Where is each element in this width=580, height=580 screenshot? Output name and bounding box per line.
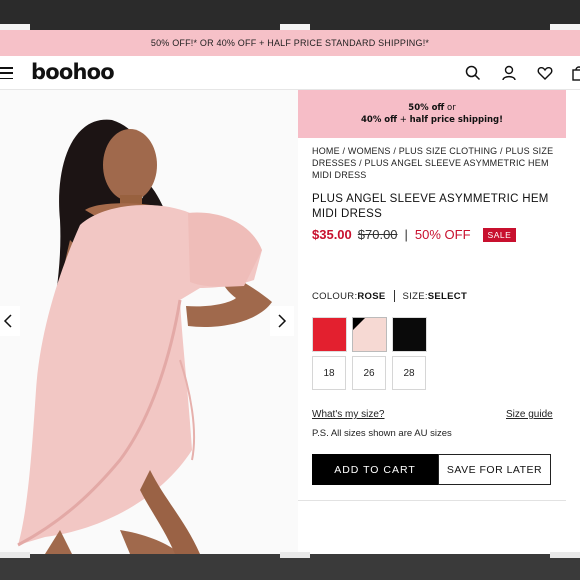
bag-icon[interactable] — [571, 65, 580, 81]
breadcrumb: HOME / WOMENS / PLUS SIZE CLOTHING / PLU… — [312, 145, 568, 181]
product-model-image — [0, 90, 298, 554]
gallery-prev-button[interactable] — [0, 306, 20, 336]
breadcrumb-separator: / — [390, 146, 399, 156]
offer-banner[interactable]: 50% off or 40% off + half price shipping… — [298, 90, 566, 138]
whats-my-size-link[interactable]: What's my size? — [312, 409, 384, 420]
swatch-black[interactable] — [392, 317, 427, 352]
sale-price: $35.00 — [312, 227, 352, 242]
product-details-panel: 50% off or 40% off + half price shipping… — [298, 90, 580, 554]
chevron-left-icon — [3, 314, 12, 328]
selected-corner-icon — [353, 318, 365, 330]
account-icon[interactable] — [501, 65, 517, 81]
offer-line-2-bold-b: half price shipping! — [409, 115, 503, 125]
frame-tab-bottom-left — [0, 552, 30, 558]
offer-line-1: 50% off or — [408, 102, 455, 114]
colour-label: COLOUR: — [312, 290, 358, 302]
offer-line-2-plus: + — [397, 115, 410, 125]
promo-bar[interactable]: 50% OFF!* OR 40% OFF + HALF PRICE STANDA… — [0, 30, 580, 56]
colour-value: ROSE — [357, 290, 386, 302]
size-option-18[interactable]: 18 — [312, 356, 346, 390]
offer-line-2: 40% off + half price shipping! — [361, 114, 503, 126]
size-label: SIZE: — [402, 290, 428, 302]
breadcrumb-separator: / — [356, 158, 365, 168]
product-title: PLUS ANGEL SLEEVE ASYMMETRIC HEM MIDI DR… — [312, 193, 549, 220]
breadcrumb-separator: / — [339, 146, 348, 156]
price-separator: | — [404, 227, 408, 242]
product-image-gallery[interactable] — [0, 90, 298, 554]
offer-line-1-bold: 50% off — [408, 103, 445, 113]
size-value: SELECT — [427, 290, 468, 302]
frame-tab-bottom-right — [550, 552, 580, 558]
promo-text: 50% OFF!* OR 40% OFF + HALF PRICE STANDA… — [150, 38, 430, 48]
breadcrumb-plus-size-clothing[interactable]: PLUS SIZE CLOTHING — [399, 146, 498, 156]
add-to-cart-button[interactable]: ADD TO CART — [312, 454, 438, 485]
sale-badge: SALE — [482, 227, 517, 242]
attribute-row: COLOUR: ROSE SIZE: SELECT — [312, 290, 467, 302]
au-sizes-note: P.S. All sizes shown are AU sizes — [312, 428, 452, 439]
breadcrumb-home[interactable]: HOME — [312, 146, 340, 156]
save-for-later-button[interactable]: SAVE FOR LATER — [438, 454, 551, 485]
offer-line-2-bold-a: 40% off — [361, 115, 398, 125]
section-divider — [298, 500, 566, 501]
swatch-rose[interactable] — [352, 317, 387, 352]
chevron-right-icon — [278, 314, 287, 328]
size-option-26[interactable]: 26 — [352, 356, 386, 390]
product-page: 50% OFF!* OR 40% OFF + HALF PRICE STANDA… — [0, 30, 580, 554]
swatch-red[interactable] — [312, 317, 347, 352]
original-price: $70.00 — [357, 227, 398, 242]
gallery-next-button[interactable] — [270, 306, 294, 336]
breadcrumb-womens[interactable]: WOMENS — [348, 146, 391, 156]
frame-tab-bottom-center — [280, 552, 310, 558]
wishlist-heart-icon[interactable] — [537, 65, 553, 81]
size-guide-link[interactable]: Size guide — [506, 409, 553, 420]
price-row: $35.00 $70.00 | 50% OFF SALE — [312, 227, 517, 242]
offer-line-1-rest: or — [444, 103, 456, 113]
discount-text: 50% OFF — [414, 227, 471, 242]
search-icon[interactable] — [465, 65, 481, 81]
site-logo[interactable]: boohoo — [31, 60, 115, 84]
site-header: boohoo — [0, 56, 580, 90]
attribute-divider — [393, 290, 395, 302]
menu-icon[interactable] — [0, 67, 13, 79]
size-option-28[interactable]: 28 — [392, 356, 426, 390]
